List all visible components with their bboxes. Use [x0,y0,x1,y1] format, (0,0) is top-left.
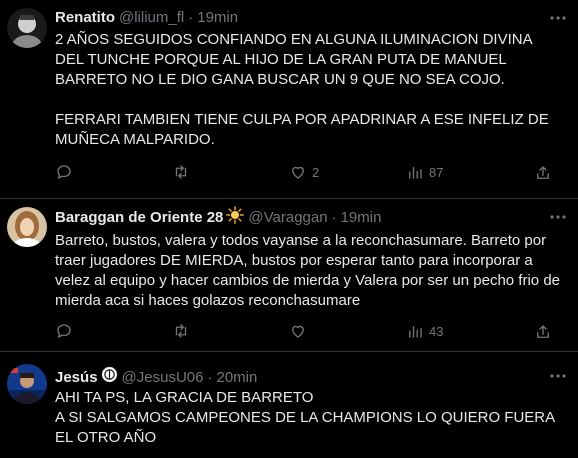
tweet-text: Barreto, bustos, valera y todos vayanse … [55,232,565,309]
tweet-1[interactable]: Renatito @lilium_fl · 19min 2 AÑOS SEGUI… [0,0,578,198]
tweet-2[interactable]: Baraggan de Oriente 28 @Varaggan · 19min… [0,199,578,351]
views-count: 87 [429,164,444,180]
views-icon [409,166,422,179]
views-count: 43 [429,323,444,339]
views-icon [409,325,422,338]
sun-emoji-icon [226,206,245,230]
avatar[interactable] [7,207,47,247]
reply-icon [57,165,71,179]
separator-dot: · [207,368,213,386]
club-badge-icon [101,366,118,389]
heart-icon [292,166,304,179]
tweet-header: Jesús @JesusU06 · 20min [55,366,257,389]
like-button[interactable]: 2 [289,163,319,181]
tweet-3[interactable]: Jesús @JesusU06 · 20min AHI TA PS, LA GR… [0,352,578,458]
timestamp[interactable]: 19min [197,8,238,28]
heart-icon [292,325,304,338]
retweet-icon [175,324,187,338]
reply-button[interactable] [55,163,78,181]
display-name[interactable]: Renatito [55,8,115,28]
retweet-button[interactable] [172,322,195,340]
avatar[interactable] [7,8,47,48]
retweet-button[interactable] [172,163,195,181]
reply-icon [57,324,71,338]
share-icon[interactable] [534,164,552,182]
tweet-header: Baraggan de Oriente 28 @Varaggan · 19min [55,206,381,230]
more-options-icon[interactable] [548,207,568,227]
like-count: 2 [312,164,320,180]
views-button[interactable]: 87 [406,163,443,181]
user-handle[interactable]: @JesusU06 [122,368,204,388]
tweet-actions: 2 87 [55,163,475,183]
display-name[interactable]: Jesús [55,368,98,388]
reply-button[interactable] [55,322,78,340]
timestamp[interactable]: 20min [216,368,257,388]
separator-dot: · [331,209,337,226]
retweet-icon [175,165,187,179]
more-options-icon[interactable] [548,366,568,386]
display-name[interactable]: Baraggan de Oriente 28 [55,208,223,228]
timestamp[interactable]: 19min [341,208,382,228]
views-button[interactable]: 43 [406,322,443,340]
user-handle[interactable]: @lilium_fl [119,8,184,28]
share-icon[interactable] [534,323,552,341]
tweet-text: 2 AÑOS SEGUIDOS CONFIANDO EN ALGUNA ILUM… [55,31,549,148]
avatar[interactable] [7,364,47,404]
tweet-header: Renatito @lilium_fl · 19min [55,8,238,28]
tweet-actions: 43 [55,322,475,342]
like-button[interactable] [289,322,312,340]
separator-dot: · [188,9,194,26]
more-options-icon[interactable] [548,8,568,28]
user-handle[interactable]: @Varaggan [248,208,327,228]
tweet-text: AHI TA PS, LA GRACIA DE BARRETO A SI SAL… [55,389,555,446]
